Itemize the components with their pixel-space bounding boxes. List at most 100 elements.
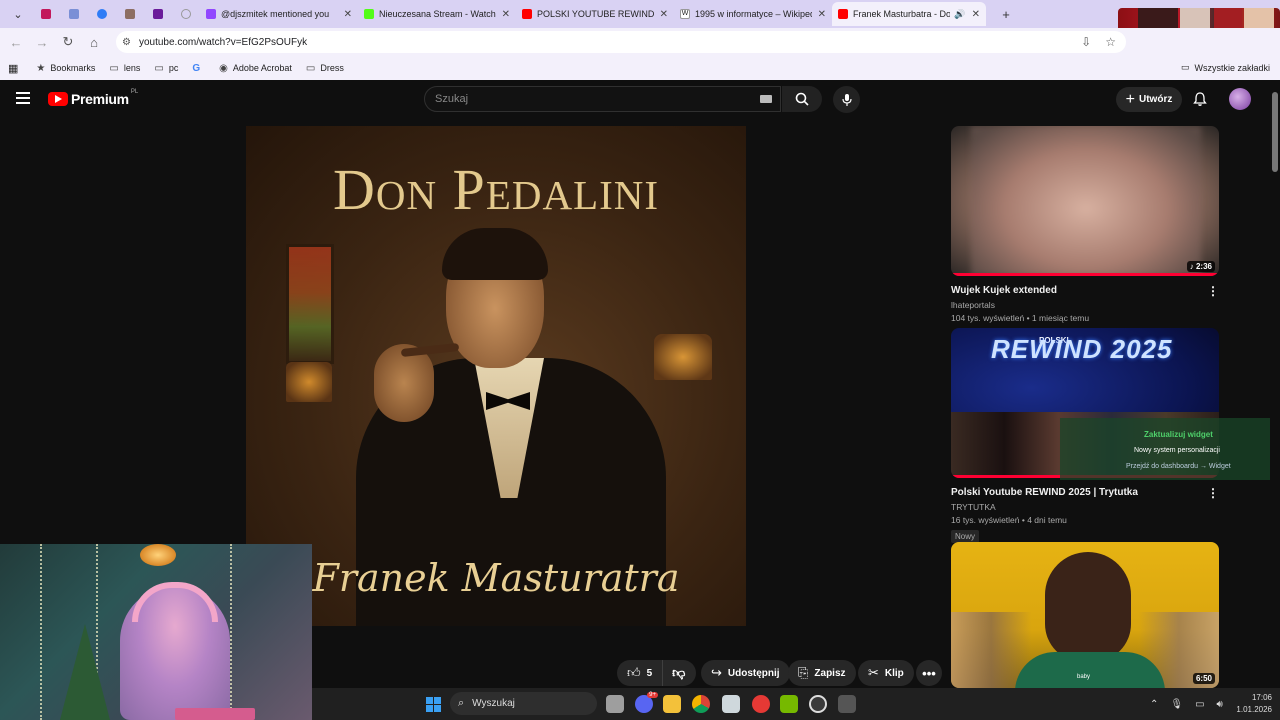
bookmark-item[interactable]: ◉ Adobe Acrobat [219,63,292,74]
dislike-button[interactable]: 👎︎ [663,665,694,681]
hamburger-menu-icon[interactable] [16,92,30,104]
pinned-tab-2[interactable] [60,2,88,26]
like-button[interactable]: 👍︎ 5 [617,660,664,686]
close-icon[interactable]: ✕ [502,9,510,20]
video-thumbnail[interactable]: ♪ 2:36 [951,126,1219,276]
tab-search-button[interactable]: ⌄ [4,2,32,26]
back-icon[interactable]: ← [4,30,28,54]
discord-icon[interactable]: 9+ [635,692,658,713]
chrome-icon[interactable] [692,695,710,713]
tab-title: @djszmitek mentioned you [221,9,330,19]
bookmark-item[interactable]: G [192,63,205,74]
search-input[interactable]: Szukaj [424,86,781,112]
share-button[interactable]: ↪ Udostępnij [701,660,790,686]
more-horizontal-icon: ••• [922,665,936,681]
channel-name[interactable]: lhateportals [951,300,1219,310]
duration-badge: ♪ 2:36 [1186,261,1215,272]
app-icon[interactable] [838,695,856,713]
pinned-tab-1[interactable] [32,2,60,26]
video-meta: 16 tys. wyświetleń • 4 dni temu [951,515,1067,525]
browser-tab[interactable]: @djszmitek mentioned you ✕ [200,2,358,26]
duration-badge: 6:50 [1192,673,1215,684]
search-icon: ⌕ [458,697,465,709]
video-title[interactable]: Wujek Kujek extended [951,284,1219,297]
taskbar-search[interactable]: ⌕ Wyszukaj [450,692,597,715]
cover-subtitle: Franek Masturatra [312,556,680,600]
recommendation-card[interactable]: baby 6:50 [951,542,1219,688]
close-icon[interactable]: ✕ [818,9,826,20]
jacket [1015,652,1165,688]
speaker-icon[interactable]: 🔊︎ [1217,699,1223,710]
monitor-icon[interactable]: ▭ [1195,699,1204,710]
kebab-menu-icon[interactable]: ⋮ [1207,284,1219,298]
chevron-up-icon[interactable]: ⌃ [1150,699,1158,710]
audio-icon[interactable]: 🔊 [954,9,965,20]
pinned-tab-3[interactable] [88,2,116,26]
like-dislike-group: 👍︎ 5 👎︎ [617,660,696,686]
create-button[interactable]: + Utwórz [1116,87,1182,112]
youtube-logo[interactable]: Premium PL [48,89,139,107]
avatar[interactable] [1229,88,1251,110]
bookmark-item[interactable]: ★ Bookmarks [36,63,95,74]
create-label: Utwórz [1139,94,1173,105]
home-icon[interactable]: ⌂ [82,30,106,54]
microphone-icon[interactable]: 🎙︎ [1170,699,1183,710]
plus-icon: + [1125,90,1135,108]
taskbar-search-label: Wyszukaj [472,698,515,709]
scrollbar-thumb[interactable] [1272,92,1278,172]
pinned-tab-6[interactable] [172,2,200,26]
more-actions-button[interactable]: ••• [916,660,942,686]
video-thumbnail[interactable]: baby 6:50 [951,542,1219,688]
recommendation-card[interactable]: ♪ 2:36 Wujek Kujek extended lhateportals… [951,126,1219,323]
bookmark-star-icon[interactable]: ☆ [1105,35,1116,49]
lamp [140,544,176,566]
keyboard [175,708,255,720]
bookmark-label: pc [168,63,179,73]
widget-line2[interactable]: Przejdź do dashboardu → Widget [1126,463,1231,470]
apps-grid-icon[interactable]: ▦ [8,62,18,75]
browser-tab-active[interactable]: Franek Masturbatra - Don P 🔊 ✕ [832,2,986,26]
browser-tab[interactable]: W 1995 w informatyce – Wikipedi ✕ [674,2,832,26]
hair [442,228,548,280]
bookmark-item[interactable]: ▭ Dress [306,63,344,74]
reload-icon[interactable]: ↻ [56,30,80,54]
bookmark-label: lens [123,63,141,73]
pinned-tab-5[interactable] [144,2,172,26]
browser-tab[interactable]: Nieuczesana Stream - Watch Li ✕ [358,2,516,26]
obs-icon[interactable] [809,695,827,713]
keyboard-icon[interactable] [760,95,772,103]
video-title[interactable]: Polski Youtube REWIND 2025 | Trytutka [951,486,1219,499]
app-icon[interactable] [722,695,740,713]
close-icon[interactable]: ✕ [344,9,352,20]
channel-name[interactable]: TRYTUTKA [951,502,1219,512]
app-icon[interactable] [752,695,770,713]
windows-start-icon[interactable] [426,697,441,712]
clock[interactable]: 17:06 1.01.2026 [1236,692,1272,716]
install-app-icon[interactable]: ⇩ [1081,35,1091,49]
search-button[interactable] [782,86,822,112]
bookmark-item[interactable]: ▭ lens [109,63,140,74]
url-bar[interactable]: ⚙ youtube.com/watch?v=EfG2PsOUFyk ⇩ ☆ [116,31,1126,53]
shocked-face [1045,552,1131,662]
save-button[interactable]: ⎘ Zapisz [788,660,856,686]
site-info-icon[interactable]: ⚙ [122,37,131,48]
new-tab-button[interactable]: + [992,2,1020,26]
nvidia-icon[interactable] [780,695,798,713]
forward-icon[interactable]: → [30,30,54,54]
clip-button[interactable]: ✂ Klip [858,660,914,686]
bookmark-item[interactable]: ▭ pc [154,63,178,74]
kebab-menu-icon[interactable]: ⋮ [1207,486,1219,500]
file-explorer-icon[interactable] [663,695,681,713]
close-icon[interactable]: ✕ [660,9,668,20]
task-view-icon[interactable] [606,695,624,713]
browser-tab[interactable]: POLSKI YOUTUBE REWIND 202 ✕ [516,2,674,26]
logo-region: PL [130,89,139,95]
all-bookmarks[interactable]: ▭ Wszystkie zakładki [1181,62,1270,73]
cover-title: Don Pedalini [332,157,660,222]
tab-title: Nieuczesana Stream - Watch Li [379,9,496,19]
notifications-bell-icon[interactable] [1192,91,1208,112]
voice-search-button[interactable] [833,86,860,113]
close-icon[interactable]: ✕ [972,9,980,20]
widget-update-notice[interactable]: Zaktualizuj widget Nowy system personali… [1060,418,1280,480]
pinned-tab-4[interactable] [116,2,144,26]
